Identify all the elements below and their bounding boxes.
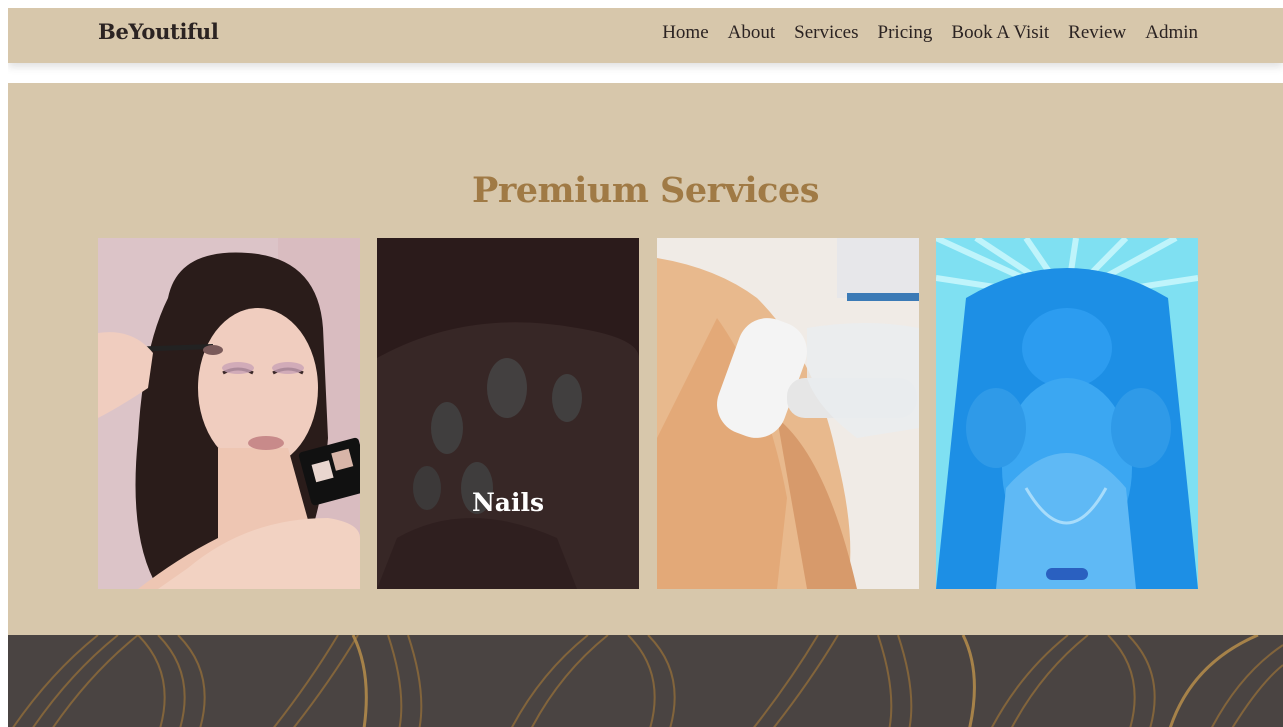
service-card-nails[interactable]: Nails: [377, 238, 639, 589]
nav-link-about[interactable]: About: [728, 22, 776, 44]
nav-link-pricing[interactable]: Pricing: [878, 22, 933, 44]
nails-photo: [377, 238, 639, 589]
nav-menu: Home About Services Pricing Book A Visit…: [643, 22, 1198, 44]
service-card-tanning[interactable]: [936, 238, 1198, 589]
nav-link-review[interactable]: Review: [1068, 22, 1126, 44]
navbar: BeYoutiful Home About Services Pricing B…: [8, 8, 1283, 63]
section-title: Premium Services: [472, 170, 819, 211]
makeup-photo: [98, 238, 360, 589]
page: BeYoutiful Home About Services Pricing B…: [8, 8, 1283, 727]
nav-link-home[interactable]: Home: [662, 22, 708, 44]
laser-photo: [657, 238, 919, 589]
services-section: Premium Services Nails: [8, 83, 1283, 635]
footer-pattern-band: [8, 635, 1283, 727]
service-card-label: Nails: [471, 488, 545, 517]
tanning-photo: [936, 238, 1198, 589]
service-card-makeup[interactable]: [98, 238, 360, 589]
service-card-laser[interactable]: [657, 238, 919, 589]
brand-logo[interactable]: BeYoutiful: [98, 19, 219, 44]
decorative-pattern: [12, 635, 1283, 727]
nav-link-book-a-visit[interactable]: Book A Visit: [951, 22, 1049, 44]
nav-link-admin[interactable]: Admin: [1145, 22, 1198, 44]
nav-link-services[interactable]: Services: [794, 22, 858, 44]
